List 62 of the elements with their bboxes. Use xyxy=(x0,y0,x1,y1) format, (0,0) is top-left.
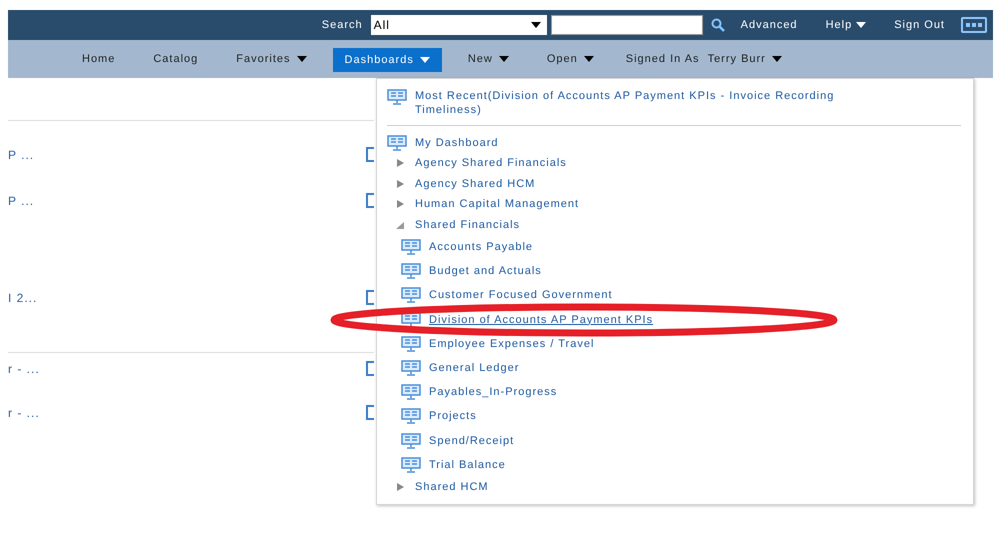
expand-icon[interactable] xyxy=(395,178,405,189)
item-text[interactable]: r - ... xyxy=(8,406,40,420)
caret-icon xyxy=(530,22,541,28)
item-text[interactable]: P ... xyxy=(8,194,34,208)
monitor-icon xyxy=(401,360,421,376)
search-field[interactable] xyxy=(550,15,703,35)
nav-tab[interactable]: Home xyxy=(70,47,128,71)
monitor-icon xyxy=(401,432,421,449)
menu-item[interactable]: Spend/Receipt xyxy=(387,428,973,453)
menu-folder[interactable]: Shared HCM xyxy=(387,476,973,498)
menu-item[interactable]: General Ledger xyxy=(387,356,973,380)
monitor-icon xyxy=(401,408,421,424)
menu-folder[interactable]: Agency Shared HCM xyxy=(387,174,973,194)
sign-out-link[interactable]: Sign Out xyxy=(894,19,945,31)
menu-item[interactable]: Projects xyxy=(387,404,973,428)
advanced-link[interactable]: Advanced xyxy=(740,19,798,31)
monitor-icon xyxy=(401,456,421,473)
item-text[interactable]: I 2... xyxy=(8,291,38,305)
menu-item[interactable]: Division of Accounts AP Payment KPIs xyxy=(387,308,973,332)
monitor-icon xyxy=(387,134,407,150)
caret-icon xyxy=(856,22,866,28)
monitor-icon xyxy=(401,263,421,280)
document-icon[interactable] xyxy=(366,147,374,163)
search-label: Search xyxy=(322,19,363,31)
item-text[interactable]: r - ... xyxy=(8,362,40,376)
menu-item[interactable]: Most Recent(Division of Accounts AP Payment KPIs - Invoice Recording Timeliness) xyxy=(387,89,973,123)
menu-item[interactable]: Accounts Payable xyxy=(387,235,973,260)
monitor-icon xyxy=(387,89,407,105)
nav-tab[interactable]: Catalog xyxy=(141,47,210,71)
menu-item[interactable]: Payables_In-Progress xyxy=(387,380,973,404)
item-text[interactable]: P ... xyxy=(8,148,34,162)
monitor-icon xyxy=(401,239,421,256)
app-menu-icon[interactable] xyxy=(961,17,987,33)
menu-folder[interactable]: Agency Shared Financials xyxy=(387,153,973,174)
menu-folder[interactable]: Shared Financials xyxy=(387,214,973,235)
nav-tab[interactable]: Favorites xyxy=(224,47,319,71)
menu-item[interactable]: Budget and Actuals xyxy=(387,259,973,284)
menu-item[interactable]: My Dashboard xyxy=(387,132,973,153)
caret-icon xyxy=(772,56,782,62)
menu-folder[interactable]: Human Capital Management xyxy=(387,194,973,214)
search-icon[interactable] xyxy=(710,18,725,32)
document-icon[interactable] xyxy=(366,405,374,421)
menu-item[interactable]: Customer Focused Government xyxy=(387,283,973,308)
signed-in-label: Signed In As xyxy=(626,53,700,65)
collapse-icon[interactable] xyxy=(395,220,405,230)
document-icon[interactable] xyxy=(366,361,374,377)
expand-icon[interactable] xyxy=(395,199,405,210)
monitor-icon xyxy=(401,336,421,352)
menu-item[interactable]: Employee Expenses / Travel xyxy=(387,332,973,356)
expand-icon[interactable] xyxy=(395,158,405,168)
monitor-icon xyxy=(401,384,421,400)
user-menu[interactable]: Terry Burr xyxy=(700,47,794,71)
nav-tab[interactable]: New xyxy=(456,47,521,71)
help-menu[interactable]: Help xyxy=(826,19,866,31)
search-scope-dropdown[interactable]: All xyxy=(370,15,547,35)
nav-tab[interactable]: Dashboards xyxy=(332,48,442,72)
monitor-icon xyxy=(401,287,421,304)
document-icon[interactable] xyxy=(366,193,374,209)
expand-icon[interactable] xyxy=(395,482,405,492)
document-icon[interactable] xyxy=(366,290,374,306)
menu-item[interactable]: Trial Balance xyxy=(387,452,973,477)
nav-tab[interactable]: Open xyxy=(534,47,606,71)
